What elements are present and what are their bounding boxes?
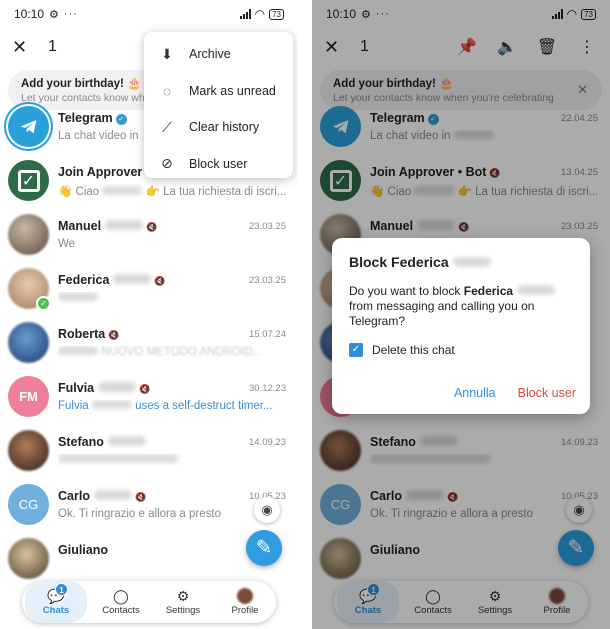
selected-count: 1 bbox=[48, 38, 57, 55]
nav-settings[interactable]: ⚙ Settings bbox=[152, 581, 214, 623]
menu-item-clear-history[interactable]: ⟋ Clear history bbox=[144, 109, 293, 146]
nav-label: Contacts bbox=[102, 605, 140, 616]
menu-item-archive[interactable]: ⬇ Archive bbox=[144, 36, 293, 73]
nav-chats[interactable]: 💬 1 Chats bbox=[25, 581, 87, 623]
chat-date: 15.07.24 bbox=[249, 329, 286, 340]
muted-icon: 🔇 bbox=[139, 384, 151, 394]
nav-label: Profile bbox=[231, 605, 259, 616]
chat-preview: We bbox=[58, 238, 76, 250]
block-user-button[interactable]: Block user bbox=[518, 386, 576, 400]
chat-unread-icon: ◌ bbox=[162, 82, 172, 99]
dialog-body: Do you want to block Federica from messa… bbox=[349, 284, 573, 329]
right-screen: 10:10 ⚙ ··· ◠ 73 ✕ 1 📌 🔈 🗑 ⋮ Add your bi… bbox=[312, 0, 610, 629]
menu-item-mark-unread[interactable]: ◌ Mark as unread bbox=[144, 73, 293, 110]
menu-item-block-user[interactable]: ⊘ Block user bbox=[144, 146, 293, 183]
close-icon[interactable]: ✕ bbox=[12, 37, 34, 58]
nav-label: Chats bbox=[42, 605, 70, 616]
verified-icon: ✓ bbox=[115, 114, 127, 125]
nav-contacts[interactable]: ◯ Contacts bbox=[90, 581, 152, 623]
chat-preview: Ok. Ti ringrazio e allora a presto bbox=[58, 508, 221, 520]
chat-name: Giuliano bbox=[58, 543, 108, 557]
unread-badge: 1 bbox=[55, 583, 68, 596]
block-icon: ⊘ bbox=[161, 155, 173, 172]
muted-icon: 🔇 bbox=[154, 276, 166, 286]
contacts-icon: ◯ bbox=[113, 588, 129, 604]
archive-icon: ⬇ bbox=[161, 45, 173, 62]
selected-check-icon: ✓ bbox=[36, 296, 51, 311]
bottom-navigation: 💬 1 Chats ◯ Contacts ⚙ Settings Profile bbox=[22, 581, 276, 623]
chat-name: Stefano bbox=[58, 435, 146, 449]
avatar: FM bbox=[8, 376, 49, 417]
context-menu: ⬇ Archive ◌ Mark as unread ⟋ Clear histo… bbox=[144, 32, 293, 178]
menu-item-label: Clear history bbox=[189, 120, 260, 135]
checkbox-label: Delete this chat bbox=[372, 343, 455, 357]
camera-icon[interactable]: ◉ bbox=[254, 497, 280, 523]
chat-name: Carlo 🔇 bbox=[58, 489, 147, 503]
status-bar: 10:10 ⚙ ··· ◠ 73 bbox=[0, 0, 298, 28]
chat-name: Federica 🔇 bbox=[58, 273, 166, 287]
avatar bbox=[8, 538, 49, 579]
chat-name: Telegram ✓ bbox=[58, 111, 127, 125]
telegram-avatar bbox=[8, 106, 49, 147]
chat-name: Fulvia 🔇 bbox=[58, 381, 151, 395]
chat-preview bbox=[58, 292, 286, 304]
chat-row-fulvia[interactable]: FM Fulvia 🔇 30.12.23 Fulvia uses a self-d… bbox=[0, 370, 298, 424]
block-user-dialog: Block Federica Do you want to block Fede… bbox=[332, 238, 590, 414]
dialog-title: Block Federica bbox=[349, 254, 573, 270]
chat-row-stefano[interactable]: Stefano 14.09.23 bbox=[0, 424, 298, 478]
paper-plane-icon bbox=[20, 119, 36, 133]
avatar bbox=[8, 322, 49, 363]
menu-item-label: Block user bbox=[189, 156, 248, 171]
dialog-buttons: Annulla Block user bbox=[454, 386, 576, 400]
profile-icon bbox=[237, 588, 253, 604]
more-status-icon: ··· bbox=[63, 8, 78, 20]
menu-item-label: Mark as unread bbox=[189, 83, 276, 98]
chat-name: Roberta 🔇 bbox=[58, 327, 120, 341]
wifi-icon: ◠ bbox=[254, 7, 266, 21]
cancel-button[interactable]: Annulla bbox=[454, 386, 496, 400]
chat-preview: NUOVO METODO ANDROID... bbox=[58, 346, 286, 358]
left-screen: 10:10 ⚙ ··· ◠ 73 ✕ 1 Add your birthday! … bbox=[0, 0, 298, 629]
chat-date: 23.03.25 bbox=[249, 221, 286, 232]
chat-row-manuel[interactable]: Manuel🔇 23.03.25 We bbox=[0, 208, 298, 262]
chat-date: 14.09.23 bbox=[249, 437, 286, 448]
chat-date: 23.03.25 bbox=[249, 275, 286, 286]
muted-icon: 🔇 bbox=[134, 492, 147, 502]
delete-chat-checkbox[interactable]: ✓ bbox=[349, 343, 363, 357]
chat-row-carlo[interactable]: CG Carlo🔇 10.05.23 Ok. Ti ringrazio e al… bbox=[0, 478, 298, 532]
battery-indicator: 73 bbox=[269, 8, 284, 20]
chat-row-federica[interactable]: ✓ Federica 🔇 23.03.25 bbox=[0, 262, 298, 316]
broom-icon: ⟋ bbox=[162, 118, 172, 135]
new-message-button[interactable]: ✎ bbox=[246, 530, 282, 566]
settings-icon: ⚙ bbox=[176, 588, 190, 604]
chat-date: 30.12.23 bbox=[249, 383, 286, 394]
nav-label: Settings bbox=[165, 605, 201, 616]
signal-icon bbox=[239, 9, 251, 19]
muted-icon: 🔇 bbox=[146, 222, 158, 232]
avatar bbox=[8, 430, 49, 471]
nav-profile[interactable]: Profile bbox=[214, 581, 276, 623]
muted-icon: 🔇 bbox=[108, 330, 120, 340]
gear-status-icon: ⚙ bbox=[49, 8, 59, 21]
chat-preview: Fulvia uses a self-destruct timer... bbox=[58, 400, 273, 412]
chat-name: Join Approver • bbox=[58, 165, 151, 179]
status-time: 10:10 bbox=[14, 7, 45, 21]
menu-item-label: Archive bbox=[189, 47, 231, 62]
join-approver-avatar: ✓ bbox=[8, 160, 49, 201]
avatar: CG bbox=[8, 484, 49, 525]
delete-chat-checkbox-row[interactable]: ✓ Delete this chat bbox=[349, 343, 573, 357]
chat-preview bbox=[58, 454, 286, 466]
avatar bbox=[8, 214, 49, 255]
chat-row-roberta[interactable]: Roberta 🔇 15.07.24 NUOVO METODO ANDROID..… bbox=[0, 316, 298, 370]
chat-preview: 👋 Ciao 👉 La tua richiesta di iscri... bbox=[58, 186, 286, 198]
checkbox-logo-icon: ✓ bbox=[17, 169, 40, 192]
chat-name: Manuel 🔇 bbox=[58, 219, 158, 233]
